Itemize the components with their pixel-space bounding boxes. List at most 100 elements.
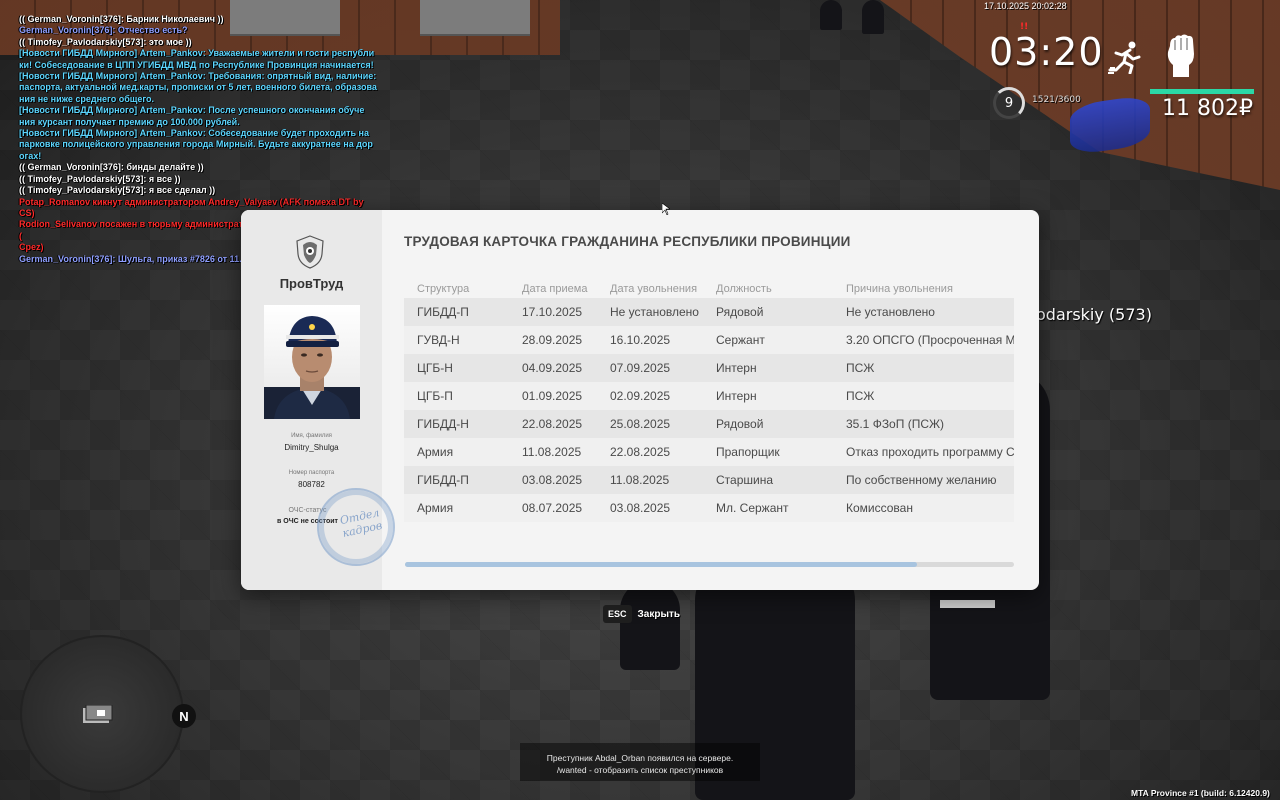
table-cell: 17.10.2025	[522, 305, 583, 319]
chat-line: [Новости ГИБДД Мирного] Artem_Pankov: Тр…	[19, 71, 377, 82]
notice-line: /wanted - отобразить список преступников	[556, 765, 724, 775]
hud-clock: 03:20	[989, 30, 1104, 74]
column-header: Должность	[716, 283, 772, 295]
table-cell: 03.08.2025	[610, 501, 671, 515]
table-cell: Рядовой	[716, 305, 764, 319]
npc-figure	[620, 580, 680, 670]
table-row: ГУВД-Н 28.09.2025 16.10.2025 Сержант 3.20 ОП…	[404, 326, 1014, 354]
reflective-stripe	[940, 600, 995, 608]
table-cell: 02.09.2025	[610, 389, 671, 403]
table-cell: Отказ проходить программу С	[846, 445, 1014, 459]
chat-line: (( Timofey_Pavlodarskiy[573]: это мое ))	[19, 36, 192, 47]
table-row: ЦГБ-Н 04.09.2025 07.09.2025 Интерн ПСЖ	[404, 354, 1014, 382]
table-row: Армия 11.08.2025 22.08.2025 Прапорщик Отказ …	[404, 438, 1014, 466]
table-cell: По собственному желанию	[846, 473, 997, 487]
chat-line: ния не ниже среднего общего.	[19, 93, 154, 104]
chat-line: парковке полицейского управления города …	[19, 139, 373, 150]
table-body: ГИБДД-П 17.10.2025 Не установлено Рядовой Не…	[404, 298, 1014, 522]
work-record-dialog: ПровТруд Имя, фамилия Dimitry_Shulga Ном…	[241, 210, 1039, 590]
table-cell: Интерн	[716, 389, 757, 403]
hud-datetime: 17.10.2025 20:02:28	[984, 1, 1067, 11]
table-cell: Не установлено	[610, 305, 699, 319]
column-header: Структура	[417, 283, 470, 295]
table-cell: 16.10.2025	[610, 333, 671, 347]
experience-counter: 1521/3600	[1032, 95, 1081, 105]
table-cell: Армия	[417, 445, 454, 459]
table-row: ГИБДД-П 17.10.2025 Не установлено Рядовой Не…	[404, 298, 1014, 326]
table-cell: 04.09.2025	[522, 361, 583, 375]
table-cell: Мл. Сержант	[716, 501, 789, 515]
passport-label: Номер паспорта	[288, 470, 335, 476]
table-cell: Не установлено	[846, 305, 935, 319]
close-hint[interactable]: ESC Закрыть	[603, 605, 680, 623]
chat-line: (( German_Voronin[376]: Барник Николаеви…	[19, 14, 224, 24]
level-value: 9	[1004, 95, 1014, 111]
player-blip-icon	[83, 705, 113, 723]
table-cell: ЦГБ-П	[417, 389, 453, 403]
table-cell: 28.09.2025	[522, 333, 583, 347]
table-cell: Комиссован	[846, 501, 913, 515]
build-info: MTA Province #1 (build: 6.12420.9)	[1131, 788, 1270, 798]
level-ring: 9	[993, 87, 1025, 119]
table-cell: Рядовой	[716, 417, 764, 431]
table-row: ГИБДД-Н 22.08.2025 25.08.2025 Рядовой 35.1 Ф…	[404, 410, 1014, 438]
table-cell: ПСЖ	[846, 389, 875, 403]
player-nameplate: odarskiy (573)	[1036, 305, 1152, 324]
garage-door	[420, 0, 530, 36]
npc-figure	[820, 0, 842, 30]
table-cell: ЦГБ-Н	[417, 361, 453, 375]
chat-line: огах!	[19, 150, 42, 161]
table-cell: 07.09.2025	[610, 361, 671, 375]
employment-table[interactable]: Структура Дата приема Дата увольнения До…	[404, 282, 1014, 527]
mouse-cursor-icon	[662, 203, 670, 215]
notice-line: Преступник Abdal_Orban появился на серве…	[546, 753, 734, 763]
name-label: Имя, фамилия	[291, 433, 332, 439]
chat-line: [Новости ГИБДД Мирного] Artem_Pankov: Со…	[19, 128, 369, 139]
table-cell: 01.09.2025	[522, 389, 583, 403]
table-row: ГИБДД-П 03.08.2025 11.08.2025 Старшина По со…	[404, 466, 1014, 494]
scrollbar-thumb[interactable]	[405, 562, 917, 567]
table-cell: Интерн	[716, 361, 757, 375]
column-header: Дата приема	[522, 283, 588, 295]
health-bar	[1150, 89, 1254, 94]
close-button[interactable]: Закрыть	[638, 609, 681, 620]
chat-line: ния курсант получает премию до 100.000 р…	[19, 116, 240, 127]
money-display: 11 802₽	[1162, 96, 1253, 121]
table-cell: 35.1 ФЗоП (ПСЖ)	[846, 417, 945, 431]
table-header: Структура Дата приема Дата увольнения До…	[404, 282, 1014, 298]
horizontal-scrollbar[interactable]	[405, 562, 1014, 567]
server-notice: Преступник Abdal_Orban появился на серве…	[520, 743, 760, 781]
table-cell: ГИБДД-П	[417, 473, 469, 487]
table-cell: 11.08.2025	[522, 445, 582, 459]
esc-key[interactable]: ESC	[603, 605, 632, 623]
table-cell: Старшина	[716, 473, 774, 487]
table-cell: Сержант	[716, 333, 765, 347]
profile-panel: ПровТруд Имя, фамилия Dimitry_Shulga Ном…	[241, 210, 395, 590]
fist-icon	[1167, 34, 1194, 77]
table-cell: ГИБДД-П	[417, 305, 469, 319]
table-cell: ГИБДД-Н	[417, 417, 469, 431]
table-cell: ГУВД-Н	[417, 333, 460, 347]
chat-line: (( Timofey_Pavlodarskiy[573]: я все ))	[19, 173, 181, 184]
running-man-icon	[1108, 41, 1141, 74]
table-cell: Прапорщик	[716, 445, 780, 459]
chat-line: (( Timofey_Pavlodarskiy[573]: я все сдел…	[19, 185, 216, 196]
north-indicator: N	[172, 704, 196, 728]
table-cell: 22.08.2025	[522, 417, 583, 431]
table-cell: Армия	[417, 501, 454, 515]
name-value: Dimitry_Shulga	[284, 443, 339, 452]
stamp-text: Отдел кадров	[338, 506, 384, 540]
table-cell: 25.08.2025	[610, 417, 671, 431]
npc-figure	[862, 0, 884, 34]
table-row: Армия 08.07.2025 03.08.2025 Мл. Сержант Коми…	[404, 494, 1014, 522]
chat-line: [Новости ГИБДД Мирного] Artem_Pankov: По…	[19, 105, 365, 116]
table-cell: 22.08.2025	[610, 445, 671, 459]
coat-of-arms-icon	[296, 235, 324, 269]
table-cell: 08.07.2025	[522, 501, 583, 515]
column-header: Дата увольнения	[610, 283, 698, 295]
table-cell: 3.20 ОПСГО (Просроченная М	[846, 333, 1014, 347]
chat-line: (( German_Voronin[376]: бинды делайте ))	[19, 162, 204, 173]
chat-line: [Новости ГИБДД Мирного] Artem_Pankov: Ув…	[19, 48, 375, 59]
chat-line: ки! Собеседование в ЦПП УГИБДД МВД по Ре…	[19, 59, 374, 70]
table-row: ЦГБ-П 01.09.2025 02.09.2025 Интерн ПСЖ	[404, 382, 1014, 410]
